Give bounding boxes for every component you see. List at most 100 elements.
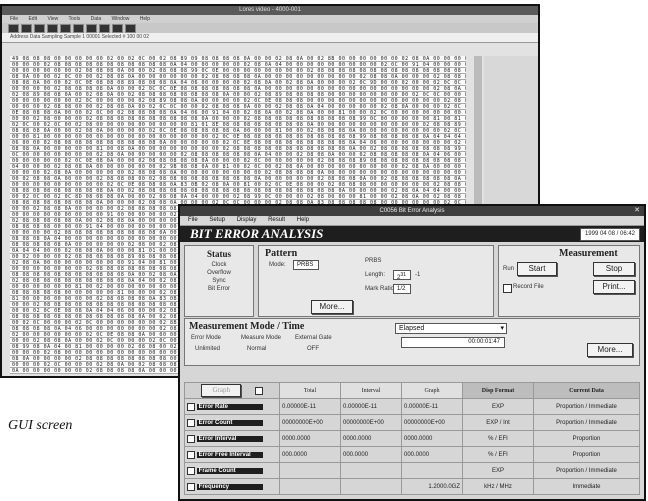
record-file-checkbox[interactable] <box>503 284 512 293</box>
graph-checkbox[interactable] <box>254 386 263 395</box>
mark-ratio-field[interactable]: 1/2 <box>393 284 411 294</box>
start-button[interactable]: Start <box>517 262 557 276</box>
mark-ratio-label: Mark Ratio: <box>365 286 396 292</box>
back-menu-item[interactable]: Data <box>91 16 102 22</box>
cell-current-data[interactable]: Proportion / Immediate <box>533 398 640 415</box>
front-menu-item[interactable]: Help <box>297 217 309 223</box>
length-label: Length: <box>365 272 386 278</box>
cell-current-data[interactable]: Proportion / Immediate <box>533 414 640 431</box>
pattern-type-label: PRBS <box>365 258 382 264</box>
print-button[interactable]: Print... <box>593 280 635 294</box>
tool-icon[interactable] <box>60 24 71 33</box>
cell-disp-format[interactable]: kHz / MHz <box>462 478 534 495</box>
pattern-mode-label: Mode: <box>269 262 286 268</box>
row-checkbox[interactable] <box>187 482 195 491</box>
external-gate-value: OFF <box>307 346 319 352</box>
tool-icon[interactable] <box>99 24 110 33</box>
error-mode-label: Error Mode <box>191 335 222 341</box>
front-menu-item[interactable]: Setup <box>209 217 225 223</box>
table-row[interactable]: Frequency 1.2000.0GZ kHz / MHz Immediate <box>184 478 640 495</box>
timer-mode-value: Elapsed <box>399 325 425 332</box>
pattern-title: Pattern <box>265 248 298 259</box>
back-menu-item[interactable]: Help <box>140 16 150 22</box>
tool-icon[interactable] <box>21 24 32 33</box>
cell-disp-format[interactable]: % / EFI <box>462 446 534 463</box>
back-toolbar <box>2 23 538 33</box>
tool-icon[interactable] <box>34 24 45 33</box>
status-item-overflow: Overflow <box>207 270 231 276</box>
cell-disp-format[interactable]: EXP <box>462 398 534 415</box>
table-row[interactable]: Error Interval 0000.0000 0000.0000 0000.… <box>184 430 640 447</box>
close-icon[interactable]: ✕ <box>634 206 640 216</box>
back-menu-item[interactable]: Tools <box>69 16 81 22</box>
cell-graph: 00000000E+00 <box>401 414 463 431</box>
timer-mode-dropdown[interactable]: Elapsed ▾ <box>395 323 507 334</box>
row-label-cell: Error Free Interval <box>184 446 280 463</box>
graph-button[interactable]: Graph <box>201 384 242 397</box>
status-item-sync: Sync <box>212 278 226 284</box>
length-suffix: -1 <box>415 272 421 278</box>
cell-disp-format[interactable]: % / EFI <box>462 430 534 447</box>
timer-value-field[interactable]: 00:00:01:47 <box>401 337 505 348</box>
measure-mode-value: Normal <box>247 346 267 352</box>
table-row[interactable]: Error Free Interval 000.0000 000.0000 00… <box>184 446 640 463</box>
tool-icon[interactable] <box>125 24 136 33</box>
cell-interval <box>340 462 402 479</box>
cell-current-data[interactable]: Proportion / Immediate <box>533 462 640 479</box>
row-checkbox[interactable] <box>187 418 195 427</box>
table-row[interactable]: Error Rate 0.00000E-11 0.00000E-11 0.000… <box>184 398 640 415</box>
front-menu-item[interactable]: File <box>188 217 198 223</box>
stop-button[interactable]: Stop <box>593 262 635 276</box>
tool-icon[interactable] <box>47 24 58 33</box>
status-item-bit-error: Bit Error <box>207 286 230 292</box>
cell-total <box>279 462 341 479</box>
datetime-display: 1999 04 08 / 06:42 <box>579 228 640 241</box>
row-checkbox[interactable] <box>187 402 195 411</box>
pattern-panel: Pattern Mode: PRBS PRBS Length: 231 -1 M… <box>258 245 494 317</box>
back-menubar: File Edit View Tools Data Window Help <box>2 15 538 23</box>
row-label: Error Interval <box>196 436 263 443</box>
back-menu-item[interactable]: Window <box>112 16 130 22</box>
row-checkbox[interactable] <box>187 450 195 459</box>
tool-icon[interactable] <box>73 24 84 33</box>
cell-graph: 0.00000E-11 <box>401 398 463 415</box>
tool-icon[interactable] <box>86 24 97 33</box>
front-menu-item[interactable]: Result <box>268 217 285 223</box>
front-window-title: C0056 Bit Error Analysis ✕ <box>180 206 644 216</box>
length-exponent: 31 <box>400 272 406 278</box>
row-label-cell: Error Interval <box>184 430 280 447</box>
cell-total: 0.00000E-11 <box>279 398 341 415</box>
cell-interval: 0.00000E-11 <box>340 398 402 415</box>
table-row[interactable]: Frame Count EXP Proportion / Immediate <box>184 462 640 479</box>
cell-current-data[interactable]: Proportion <box>533 446 640 463</box>
row-label: Frame Count <box>196 468 263 475</box>
length-field[interactable]: 231 <box>393 270 411 281</box>
chevron-down-icon[interactable]: ▾ <box>500 324 504 333</box>
header-total: Total <box>279 382 341 399</box>
pattern-more-button[interactable]: More... <box>311 300 353 314</box>
table-row[interactable]: Error Count 00000000E+00 00000000E+00 00… <box>184 414 640 431</box>
cell-disp-format[interactable]: EXP / Int <box>462 414 534 431</box>
pattern-mode-field[interactable]: PRBS <box>293 260 319 270</box>
mode-more-button[interactable]: More... <box>587 343 633 357</box>
tool-icon[interactable] <box>112 24 123 33</box>
status-title: Status <box>206 249 231 259</box>
front-menu-item[interactable]: Display <box>237 217 257 223</box>
mode-time-panel: Measurement Mode / Time Error Mode Measu… <box>184 318 640 366</box>
cell-interval: 0000.0000 <box>340 430 402 447</box>
tool-icon[interactable] <box>8 24 19 33</box>
cell-disp-format[interactable]: EXP <box>462 462 534 479</box>
cell-current-data[interactable]: Immediate <box>533 478 640 495</box>
cell-current-data[interactable]: Proportion <box>533 430 640 447</box>
banner-title: BIT ERROR ANALYSIS <box>190 226 324 241</box>
cell-graph: 0000.0000 <box>401 430 463 447</box>
row-checkbox[interactable] <box>187 434 195 443</box>
status-item-clock: Clock <box>211 262 227 268</box>
back-menu-item[interactable]: View <box>47 16 58 22</box>
row-checkbox[interactable] <box>187 466 195 475</box>
back-menu-item[interactable]: File <box>10 16 18 22</box>
header-graph: Graph <box>401 382 463 399</box>
back-menu-item[interactable]: Edit <box>28 16 37 22</box>
cell-total: 0000.0000 <box>279 430 341 447</box>
top-panels: Status Clock Overflow Sync Bit Error Pat… <box>180 242 644 320</box>
